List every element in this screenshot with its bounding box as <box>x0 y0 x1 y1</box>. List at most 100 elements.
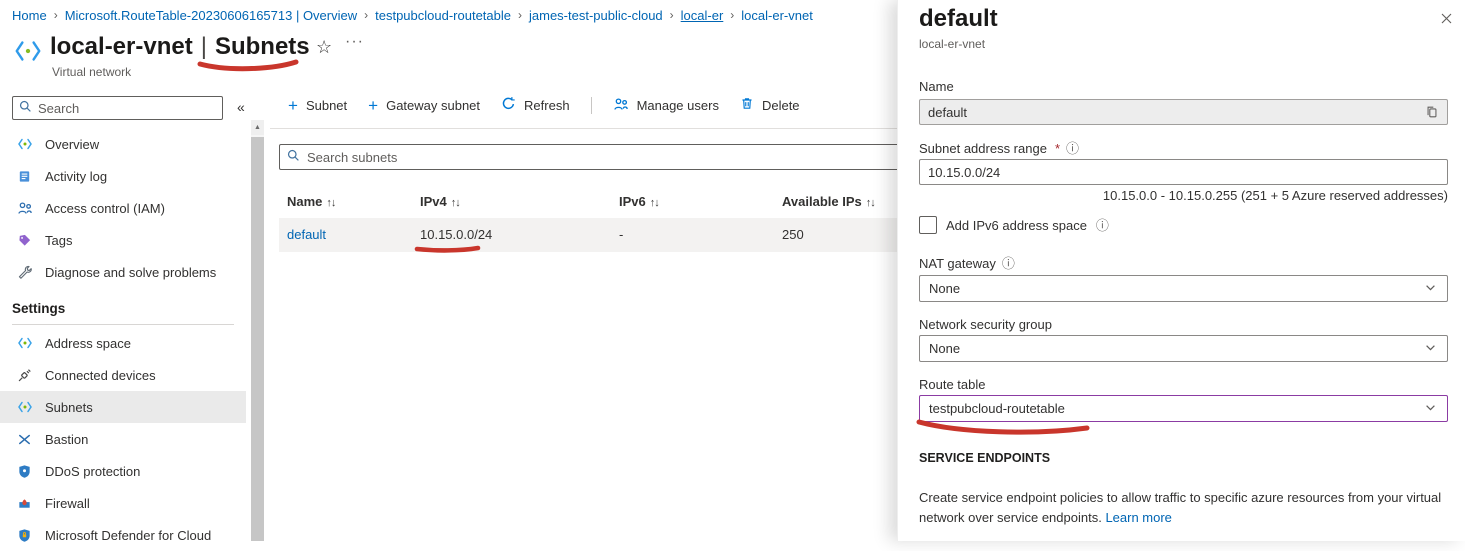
sidebar-item-access-control[interactable]: Access control (IAM) <box>0 192 246 224</box>
sidebar-item-diagnose[interactable]: Diagnose and solve problems <box>0 256 246 288</box>
chevron-down-icon <box>1424 281 1437 297</box>
sidebar-item-label: Subnets <box>45 400 93 415</box>
service-endpoints-text: Create service endpoint policies to allo… <box>919 490 1441 525</box>
favorite-star-icon[interactable]: ☆ <box>316 37 332 58</box>
address-range-field[interactable] <box>919 159 1448 185</box>
sidebar-item-label: Address space <box>45 336 131 351</box>
manage-users-button[interactable]: Manage users <box>613 96 719 115</box>
sidebar-item-ddos-protection[interactable]: DDoS protection <box>0 455 246 487</box>
subnets-table: Name↑↓ IPv4↑↓ IPv6↑↓ Available IPs↑↓ def… <box>279 188 897 252</box>
subnet-search-input[interactable] <box>307 150 891 165</box>
refresh-button[interactable]: Refresh <box>501 96 570 114</box>
sidebar-collapse-icon[interactable]: « <box>237 99 245 115</box>
command-label: Delete <box>762 98 800 113</box>
column-header-name[interactable]: Name↑↓ <box>287 194 335 209</box>
page-title: local-er-vnet|Subnets <box>50 33 310 61</box>
command-label: Refresh <box>524 98 570 113</box>
wrench-icon <box>16 264 33 280</box>
sidebar-item-label: Overview <box>45 137 99 152</box>
subnet-ipv4-value: 10.15.0.0/24 <box>420 227 492 242</box>
nsg-dropdown[interactable]: None <box>919 335 1448 362</box>
breadcrumb-routetable-overview[interactable]: Microsoft.RouteTable-20230606165713 | Ov… <box>65 8 357 23</box>
refresh-icon <box>501 96 516 114</box>
command-bar: + Subnet + Gateway subnet Refresh Manage… <box>288 92 800 118</box>
sidebar-search-box[interactable] <box>12 96 223 120</box>
subnet-ipv6-value: - <box>619 227 623 242</box>
breadcrumb-home[interactable]: Home <box>12 8 47 23</box>
subnets-table-header: Name↑↓ IPv4↑↓ IPv6↑↓ Available IPs↑↓ <box>279 188 897 218</box>
sidebar-nav: Overview Activity log Access control (IA… <box>0 128 246 551</box>
sidebar-settings-header: Settings <box>0 288 246 321</box>
firewall-icon <box>16 495 33 511</box>
subnet-available-ips-value: 250 <box>782 227 804 242</box>
close-icon[interactable] <box>1439 11 1454 29</box>
sidebar-item-tags[interactable]: Tags <box>0 224 246 256</box>
command-label: Manage users <box>637 98 719 113</box>
ellipsis-icon[interactable]: ··· <box>345 33 364 51</box>
nat-gateway-dropdown[interactable]: None <box>919 275 1448 302</box>
table-row-default-subnet[interactable]: default 10.15.0.0/24 - 250 <box>279 218 897 252</box>
breadcrumb-separator: › <box>670 8 674 22</box>
sidebar-item-overview[interactable]: Overview <box>0 128 246 160</box>
subnet-name-link[interactable]: default <box>287 227 326 242</box>
breadcrumb-local-er-vnet[interactable]: local-er-vnet <box>741 8 813 23</box>
info-icon[interactable]: ⓘ <box>1066 142 1079 155</box>
column-header-ipv6[interactable]: IPv6↑↓ <box>619 194 659 209</box>
route-table-dropdown[interactable]: testpubcloud-routetable <box>919 395 1448 422</box>
page-title-separator: | <box>201 33 207 60</box>
column-header-available-ips[interactable]: Available IPs↑↓ <box>782 194 875 209</box>
breadcrumb-testpubcloud-routetable[interactable]: testpubcloud-routetable <box>375 8 511 23</box>
field-label-text: NAT gateway <box>919 256 996 271</box>
sidebar-item-activity-log[interactable]: Activity log <box>0 160 246 192</box>
sidebar-item-subnets[interactable]: Subnets <box>0 391 246 423</box>
sidebar-item-bastion[interactable]: Bastion <box>0 423 246 455</box>
service-endpoints-heading: SERVICE ENDPOINTS <box>919 451 1050 465</box>
sidebar-item-label: Tags <box>45 233 72 248</box>
panel-title: default <box>919 5 998 33</box>
column-header-ipv4[interactable]: IPv4↑↓ <box>420 194 460 209</box>
breadcrumb-separator: › <box>364 8 368 22</box>
nat-gateway-label: NAT gateway ⓘ <box>919 256 1015 271</box>
toolbar-divider <box>591 97 592 114</box>
sidebar-scrollbar[interactable]: ▲ <box>251 120 264 541</box>
breadcrumb-local-er[interactable]: local-er <box>681 8 724 23</box>
sidebar-search-input[interactable] <box>38 101 216 116</box>
shield-icon <box>16 463 33 479</box>
field-label-text: Name <box>919 79 954 94</box>
add-subnet-button[interactable]: + Subnet <box>288 97 347 114</box>
nsg-label: Network security group <box>919 317 1052 332</box>
dropdown-value: None <box>929 341 960 356</box>
ipv6-checkbox[interactable] <box>919 216 937 234</box>
copy-icon[interactable] <box>1425 105 1439 119</box>
vnet-icon <box>16 136 33 152</box>
learn-more-link[interactable]: Learn more <box>1105 510 1171 525</box>
sidebar-item-label: Access control (IAM) <box>45 201 165 216</box>
plug-icon <box>16 367 33 383</box>
breadcrumb-james-test-public-cloud[interactable]: james-test-public-cloud <box>529 8 663 23</box>
sidebar-item-address-space[interactable]: Address space <box>0 327 246 359</box>
iam-people-icon <box>16 200 33 216</box>
name-input <box>928 105 1425 120</box>
route-table-label: Route table <box>919 377 986 392</box>
sidebar-item-label: Connected devices <box>45 368 156 383</box>
info-icon[interactable]: ⓘ <box>1096 219 1109 232</box>
breadcrumb: Home › Microsoft.RouteTable-202306061657… <box>12 6 897 24</box>
add-gateway-subnet-button[interactable]: + Gateway subnet <box>368 97 480 114</box>
sidebar-item-label: Activity log <box>45 169 107 184</box>
sidebar-item-connected-devices[interactable]: Connected devices <box>0 359 246 391</box>
ipv6-checkbox-label: Add IPv6 address space <box>946 218 1087 233</box>
scrollbar-thumb[interactable] <box>251 137 264 541</box>
column-label: Name <box>287 194 322 209</box>
sidebar-item-firewall[interactable]: Firewall <box>0 487 246 519</box>
subnet-search-box[interactable] <box>279 144 899 170</box>
delete-button[interactable]: Delete <box>740 96 800 114</box>
info-icon[interactable]: ⓘ <box>1002 257 1015 270</box>
address-range-helper-text: 10.15.0.0 - 10.15.0.255 (251 + 5 Azure r… <box>919 188 1448 203</box>
address-range-input[interactable] <box>928 165 1439 180</box>
column-label: IPv4 <box>420 194 447 209</box>
sidebar-item-label: DDoS protection <box>45 464 140 479</box>
sidebar-item-label: Diagnose and solve problems <box>45 265 216 280</box>
sidebar-item-defender[interactable]: Microsoft Defender for Cloud <box>0 519 246 551</box>
scroll-up-icon[interactable]: ▲ <box>251 120 264 135</box>
plus-icon: + <box>368 97 378 114</box>
